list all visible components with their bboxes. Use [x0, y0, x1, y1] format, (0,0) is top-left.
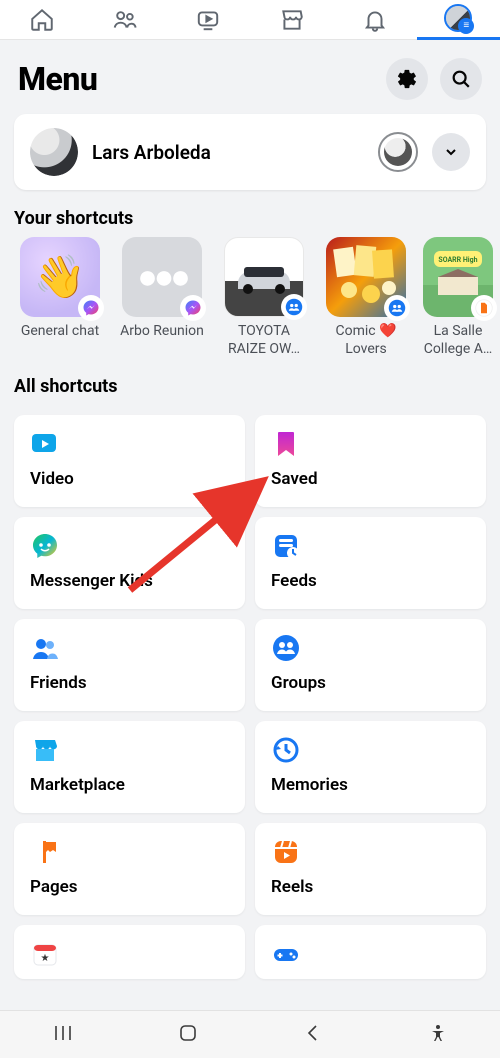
search-button[interactable]	[440, 58, 482, 100]
shortcut-item[interactable]: ●●● Arbo Reunion	[116, 237, 208, 358]
bell-icon	[362, 7, 388, 33]
shortcut-label: La Salle College A…	[422, 323, 494, 358]
events-icon: ★	[30, 939, 60, 969]
tile-label: Saved	[271, 469, 470, 489]
tile-events[interactable]: ★	[14, 925, 245, 979]
dots-icon: ●●●	[137, 257, 187, 297]
chevron-down-icon	[443, 144, 459, 160]
tile-messenger-kids[interactable]: Messenger Kids	[14, 517, 245, 609]
tile-marketplace[interactable]: Marketplace	[14, 721, 245, 813]
expand-profiles-button[interactable]	[432, 133, 470, 171]
shortcuts-row[interactable]: 👋 General chat ●●● Arbo Reunion TOYOTA R…	[0, 237, 500, 358]
tile-reels[interactable]: Reels	[255, 823, 486, 915]
profile-card[interactable]: Lars Arboleda	[14, 114, 486, 190]
gear-icon	[396, 68, 418, 90]
tile-label: Pages	[30, 877, 229, 897]
all-shortcuts-title: All shortcuts	[0, 358, 500, 405]
marketplace-tab-icon	[279, 7, 305, 33]
top-nav: ≡	[0, 0, 500, 40]
tile-label: Groups	[271, 673, 470, 693]
shortcut-label: General chat	[21, 323, 99, 341]
feeds-icon	[271, 531, 301, 561]
tab-menu[interactable]: ≡	[417, 0, 500, 40]
profile-name: Lars Arboleda	[92, 141, 378, 164]
friends-tile-icon	[30, 633, 60, 663]
tile-friends[interactable]: Friends	[14, 619, 245, 711]
switch-account-ring[interactable]	[378, 132, 418, 172]
tab-home[interactable]	[0, 0, 83, 40]
all-shortcuts-grid: Video Saved Messenger Kids Feeds Friends…	[0, 405, 500, 989]
tile-saved[interactable]: Saved	[255, 415, 486, 507]
shortcut-label: TOYOTA RAIZE OW…	[218, 323, 310, 358]
profile-avatar	[30, 128, 78, 176]
tile-gaming[interactable]	[255, 925, 486, 979]
pages-icon	[30, 837, 60, 867]
video-tab-icon	[195, 7, 221, 33]
shortcut-item[interactable]: 👋 General chat	[14, 237, 106, 358]
svg-text:★: ★	[41, 953, 50, 964]
video-icon	[30, 429, 60, 459]
settings-button[interactable]	[386, 58, 428, 100]
tab-friends[interactable]	[83, 0, 166, 40]
page-title: Menu	[18, 60, 97, 98]
android-nav-bar	[0, 1010, 500, 1058]
tile-pages[interactable]: Pages	[14, 823, 245, 915]
home-icon	[29, 7, 55, 33]
tile-label: Feeds	[271, 571, 470, 591]
friends-icon	[112, 7, 138, 33]
group-badge-icon	[384, 295, 410, 321]
saved-icon	[271, 429, 301, 459]
tile-memories[interactable]: Memories	[255, 721, 486, 813]
tile-label: Messenger Kids	[30, 571, 229, 591]
tab-video[interactable]	[167, 0, 250, 40]
shortcut-item[interactable]: Comic ❤️ Lovers	[320, 237, 412, 358]
shortcut-label: Comic ❤️ Lovers	[320, 323, 412, 358]
tile-groups[interactable]: Groups	[255, 619, 486, 711]
tile-feeds[interactable]: Feeds	[255, 517, 486, 609]
memories-icon	[271, 735, 301, 765]
tile-label: Reels	[271, 877, 470, 897]
accessibility-button[interactable]	[428, 1023, 448, 1047]
wave-emoji-icon: 👋	[34, 253, 86, 302]
groups-icon	[271, 633, 301, 663]
tab-marketplace[interactable]	[250, 0, 333, 40]
messenger-kids-icon	[30, 531, 60, 561]
home-button[interactable]	[178, 1023, 198, 1047]
shortcut-item[interactable]: TOYOTA RAIZE OW…	[218, 237, 310, 358]
car-icon	[232, 257, 296, 297]
tile-label: Marketplace	[30, 775, 229, 795]
search-icon	[450, 68, 472, 90]
group-badge-icon	[281, 294, 307, 320]
marketplace-icon	[30, 735, 60, 765]
reels-icon	[271, 837, 301, 867]
messenger-badge-icon	[180, 295, 206, 321]
menu-header: Menu	[0, 40, 500, 114]
gaming-icon	[271, 939, 301, 969]
shortcut-label: Arbo Reunion	[120, 323, 204, 341]
shortcut-item[interactable]: SOARR High La Salle College A…	[422, 237, 494, 358]
page-badge-icon	[471, 295, 497, 321]
recents-button[interactable]	[53, 1023, 73, 1047]
tile-label: Friends	[30, 673, 229, 693]
menu-avatar-icon: ≡	[444, 4, 472, 32]
tile-video[interactable]: Video	[14, 415, 245, 507]
your-shortcuts-title: Your shortcuts	[0, 190, 500, 237]
svg-text:SOARR High: SOARR High	[438, 256, 477, 264]
back-button[interactable]	[303, 1023, 323, 1047]
tile-label: Memories	[271, 775, 470, 795]
tile-label: Video	[30, 469, 229, 489]
messenger-badge-icon	[78, 295, 104, 321]
tab-notifications[interactable]	[333, 0, 416, 40]
